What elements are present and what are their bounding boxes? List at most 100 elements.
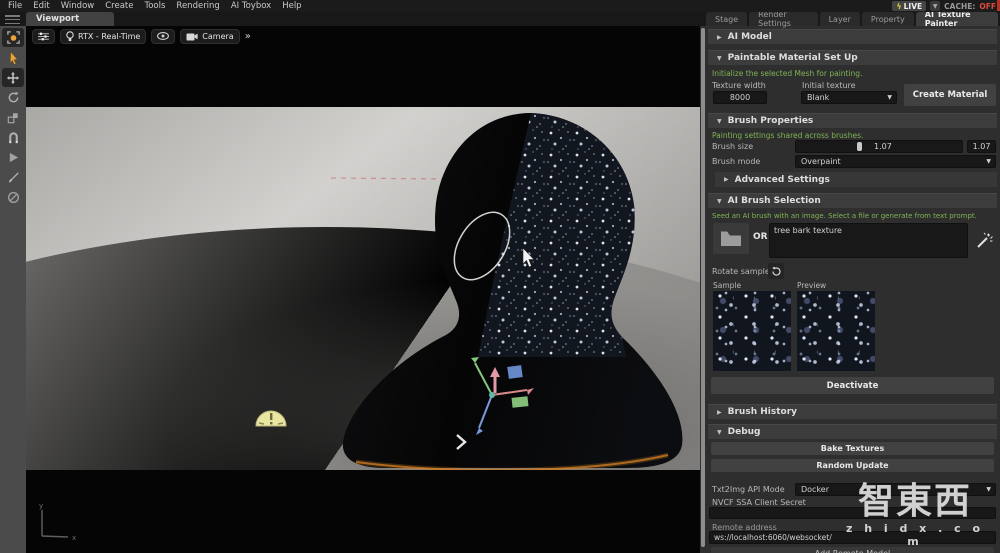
- preview-thumbnail[interactable]: [797, 291, 875, 371]
- magic-wand-icon: [975, 232, 993, 250]
- camera-icon: [186, 32, 198, 41]
- chevron-down-icon: ▼: [986, 486, 991, 493]
- axis-y-label: y: [39, 502, 43, 510]
- nvcf-secret-label: NVCF SSA Client Secret: [712, 498, 806, 507]
- sample-thumbnail[interactable]: [713, 291, 791, 371]
- remote-address-input[interactable]: [709, 531, 996, 544]
- menu-help[interactable]: Help: [282, 1, 301, 11]
- viewport-settings-button[interactable]: [32, 29, 55, 44]
- play-icon[interactable]: [2, 148, 24, 167]
- chevron-down-icon: ▼: [986, 158, 991, 165]
- section-paintable-material[interactable]: ▼ Paintable Material Set Up: [708, 50, 997, 65]
- menu-ai-toybox[interactable]: AI Toybox: [231, 1, 271, 11]
- rotate-ccw-icon: [771, 266, 782, 277]
- section-ai-model[interactable]: ▶ AI Model: [708, 29, 997, 44]
- tab-property[interactable]: Property: [862, 12, 914, 26]
- brush-props-hint: Painting settings shared across brushes.: [712, 131, 863, 140]
- snap-magnet-icon[interactable]: [2, 128, 24, 147]
- camera-label: Camera: [202, 32, 233, 41]
- bake-textures-button[interactable]: Bake Textures: [711, 442, 994, 455]
- axis-x-label: x: [72, 534, 76, 542]
- viewport-toolbar: RTX - Real-Time Camera »: [32, 28, 249, 44]
- select-arrow-icon[interactable]: [2, 48, 24, 67]
- create-material-button[interactable]: Create Material: [904, 84, 996, 106]
- visibility-button[interactable]: [151, 29, 175, 44]
- section-brush-properties[interactable]: ▼ Brush Properties: [708, 113, 997, 128]
- menu-tools[interactable]: Tools: [144, 1, 165, 11]
- brush-size-label: Brush size: [712, 142, 753, 151]
- lightning-icon: ϟ: [896, 2, 901, 11]
- api-mode-dropdown[interactable]: Docker ▼: [795, 483, 996, 496]
- api-mode-label: Txt2Img API Mode: [712, 485, 785, 494]
- render-scene[interactable]: [26, 107, 705, 470]
- add-remote-model-button[interactable]: Add Remote Model: [711, 547, 994, 553]
- paintable-hint: Initialize the selected Mesh for paintin…: [712, 69, 862, 78]
- tab-viewport[interactable]: Viewport: [26, 12, 114, 26]
- scale-tool-icon[interactable]: [2, 108, 24, 127]
- menu-create[interactable]: Create: [105, 1, 133, 11]
- ai-brush-hint: Seed an AI brush with an image. Select a…: [712, 212, 998, 220]
- section-ai-brush-selection[interactable]: ▼ AI Brush Selection: [708, 193, 997, 208]
- renderer-label: RTX - Real-Time: [78, 32, 140, 41]
- menu-edit[interactable]: Edit: [33, 1, 49, 11]
- renderer-selector[interactable]: RTX - Real-Time: [60, 29, 146, 44]
- brush-mode-dropdown[interactable]: Overpaint ▼: [795, 155, 996, 168]
- tab-layer[interactable]: Layer: [820, 12, 860, 26]
- folder-icon: [720, 230, 742, 247]
- tab-stage[interactable]: Stage: [706, 12, 747, 26]
- toolbar-expand-icon[interactable]: »: [245, 31, 249, 42]
- prohibit-icon[interactable]: [2, 188, 24, 207]
- collapse-arrow-icon: ▶: [717, 409, 722, 416]
- chevron-down-icon: ▼: [887, 94, 892, 101]
- preview-label: Preview: [797, 281, 826, 290]
- focus-selection-icon[interactable]: [2, 28, 24, 47]
- tab-bar: Viewport Stage Render Settings Layer Pro…: [0, 12, 1000, 26]
- dock-menu-icon[interactable]: [5, 15, 20, 24]
- move-tool-icon[interactable]: [2, 68, 24, 87]
- tab-ai-texture-painter[interactable]: AI Texture Painter: [916, 12, 998, 26]
- slider-handle[interactable]: [857, 142, 862, 151]
- live-label: LIVE: [904, 2, 923, 11]
- generate-button[interactable]: [971, 223, 996, 258]
- lightbulb-icon: [66, 31, 74, 42]
- topbar-status: ϟ LIVE ▼ CACHE: OFF: [892, 0, 996, 12]
- nvcf-secret-input[interactable]: [709, 507, 996, 519]
- expand-arrow-icon: ▼: [717, 55, 722, 62]
- initial-texture-dropdown[interactable]: Blank ▼: [801, 91, 897, 104]
- camera-selector[interactable]: Camera: [180, 29, 239, 44]
- rotate-sample-button[interactable]: [768, 263, 784, 279]
- cache-label: CACHE:: [944, 2, 975, 11]
- open-file-button[interactable]: [713, 223, 749, 254]
- texture-width-input[interactable]: [713, 91, 767, 104]
- tab-render-settings[interactable]: Render Settings: [749, 12, 817, 26]
- viewport-3d[interactable]: RTX - Real-Time Camera »: [26, 26, 705, 553]
- expand-arrow-icon: ▼: [717, 198, 722, 205]
- section-brush-history[interactable]: ▶ Brush History: [708, 404, 997, 419]
- section-advanced-settings[interactable]: ▶ Advanced Settings: [715, 172, 997, 187]
- cache-status: OFF: [979, 2, 996, 11]
- sliders-icon: [38, 32, 49, 41]
- deactivate-button[interactable]: Deactivate: [711, 377, 994, 394]
- menu-rendering[interactable]: Rendering: [176, 1, 219, 11]
- prompt-textarea[interactable]: tree bark texture: [769, 223, 968, 258]
- collapse-arrow-icon: ▶: [724, 176, 729, 183]
- brush-size-slider[interactable]: 1.07: [795, 140, 963, 153]
- live-dropdown[interactable]: ▼: [930, 1, 940, 11]
- menu-window[interactable]: Window: [61, 1, 95, 11]
- menu-file[interactable]: File: [8, 1, 22, 11]
- rotate-sample-label: Rotate sample: [712, 267, 770, 276]
- expand-arrow-icon: ▼: [717, 118, 722, 125]
- brush-mode-label: Brush mode: [712, 157, 760, 166]
- initial-texture-label: Initial texture: [802, 81, 856, 90]
- expand-arrow-icon: ▼: [717, 429, 722, 436]
- menu-bar: File Edit Window Create Tools Rendering …: [0, 0, 1000, 12]
- rotate-tool-icon[interactable]: [2, 88, 24, 107]
- brush-size-value-box[interactable]: 1.07: [967, 140, 996, 153]
- random-update-button[interactable]: Random Update: [711, 459, 994, 472]
- live-button[interactable]: ϟ LIVE: [892, 1, 926, 11]
- ai-texture-painter-panel: ▶ AI Model ▼ Paintable Material Set Up I…: [705, 26, 1000, 553]
- panel-scrollbar[interactable]: [700, 26, 705, 553]
- paint-brush-icon[interactable]: [2, 168, 24, 187]
- collapse-arrow-icon: ▶: [717, 34, 722, 41]
- section-debug[interactable]: ▼ Debug: [708, 424, 997, 439]
